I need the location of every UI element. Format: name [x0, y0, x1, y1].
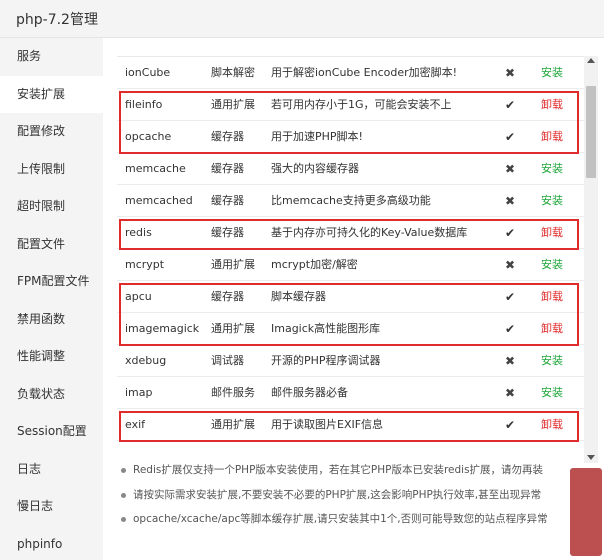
extension-name: imagemagick	[125, 322, 200, 335]
extension-name: memcache	[125, 162, 186, 175]
check-icon: ✔	[504, 226, 516, 240]
extension-name: apcu	[125, 290, 152, 303]
check-icon: ✔	[504, 418, 516, 432]
main-panel: ionCube 脚本解密 用于解密ionCube Encoder加密脚本! ✖ …	[103, 38, 604, 560]
scroll-up-arrow-icon[interactable]	[587, 58, 595, 63]
extension-desc: Imagick高性能图形库	[271, 322, 381, 335]
table-row: fileinfo 通用扩展 若可用内存小于1G，可能会安装不上 ✔ 卸载	[117, 89, 585, 121]
cross-icon: ✖	[504, 258, 516, 272]
extension-type: 邮件服务	[211, 386, 255, 399]
install-link[interactable]: 安装	[541, 249, 563, 281]
table-row: xdebug 调试器 开源的PHP程序调试器 ✖ 安装	[117, 345, 585, 377]
extension-desc: 基于内存亦可持久化的Key-Value数据库	[271, 226, 468, 239]
uninstall-link[interactable]: 卸载	[541, 281, 563, 313]
sidebar-item-config-edit[interactable]: 配置修改	[0, 113, 103, 151]
extension-type: 缓存器	[211, 162, 244, 175]
extension-name: imap	[125, 386, 153, 399]
cross-icon: ✖	[504, 194, 516, 208]
sidebar-item-disabled-functions[interactable]: 禁用函数	[0, 301, 103, 339]
sidebar-item-timeout-limit[interactable]: 超时限制	[0, 188, 103, 226]
uninstall-link[interactable]: 卸载	[541, 89, 563, 121]
uninstall-link[interactable]: 卸载	[541, 313, 563, 345]
extension-type: 缓存器	[211, 194, 244, 207]
install-link[interactable]: 安装	[541, 57, 563, 89]
extension-desc: 用于解密ionCube Encoder加密脚本!	[271, 66, 458, 79]
install-link[interactable]: 安装	[541, 377, 563, 409]
sidebar-item-performance[interactable]: 性能调整	[0, 338, 103, 376]
sidebar-item-install-extensions[interactable]: 安装扩展	[0, 75, 103, 113]
extension-desc: 用于读取图片EXIF信息	[271, 418, 384, 431]
sidebar-item-fpm-config[interactable]: FPM配置文件	[0, 263, 103, 301]
cross-icon: ✖	[504, 354, 516, 368]
extension-desc: 若可用内存小于1G，可能会安装不上	[271, 98, 452, 111]
check-icon: ✔	[504, 290, 516, 304]
extension-type: 调试器	[211, 354, 244, 367]
extension-desc: mcrypt加密/解密	[271, 258, 358, 271]
window-title: php-7.2管理	[16, 12, 98, 28]
table-row: imagemagick 通用扩展 Imagick高性能图形库 ✔ 卸载	[117, 313, 585, 345]
note-item: opcache/xcache/apc等脚本缓存扩展,请只安装其中1个,否则可能导…	[117, 507, 592, 532]
sidebar-item-slow-log[interactable]: 慢日志	[0, 488, 103, 526]
uninstall-link[interactable]: 卸载	[541, 121, 563, 153]
extension-type: 缓存器	[211, 226, 244, 239]
extensions-table: ionCube 脚本解密 用于解密ionCube Encoder加密脚本! ✖ …	[117, 56, 585, 463]
table-row: imap 邮件服务 邮件服务器必备 ✖ 安装	[117, 377, 585, 409]
seal-stamp	[570, 468, 602, 556]
sidebar-item-load-status[interactable]: 负载状态	[0, 376, 103, 414]
table-row: redis 缓存器 基于内存亦可持久化的Key-Value数据库 ✔ 卸载	[117, 217, 585, 249]
extension-name: redis	[125, 226, 152, 239]
extension-type: 缓存器	[211, 130, 244, 143]
extension-name: exif	[125, 418, 146, 431]
extension-type: 通用扩展	[211, 322, 255, 335]
install-link[interactable]: 安装	[541, 153, 563, 185]
install-link[interactable]: 安装	[541, 345, 563, 377]
table-row: ionCube 脚本解密 用于解密ionCube Encoder加密脚本! ✖ …	[117, 57, 585, 89]
uninstall-link[interactable]: 卸载	[541, 217, 563, 249]
check-icon: ✔	[504, 130, 516, 144]
extension-name: opcache	[125, 130, 172, 143]
extension-name: xdebug	[125, 354, 167, 367]
cross-icon: ✖	[504, 66, 516, 80]
install-link[interactable]: 安装	[541, 185, 563, 217]
extension-desc: 脚本缓存器	[271, 290, 326, 303]
note-item: Redis扩展仅支持一个PHP版本安装使用，若在其它PHP版本已安装redis扩…	[117, 458, 592, 483]
extension-desc: 开源的PHP程序调试器	[271, 354, 381, 367]
table-row: apcu 缓存器 脚本缓存器 ✔ 卸载	[117, 281, 585, 313]
extension-desc: 用于加速PHP脚本!	[271, 130, 363, 143]
extension-type: 缓存器	[211, 290, 244, 303]
extension-desc: 邮件服务器必备	[271, 386, 348, 399]
table-row: exif 通用扩展 用于读取图片EXIF信息 ✔ 卸载	[117, 409, 585, 441]
extension-type: 通用扩展	[211, 418, 255, 431]
sidebar-item-upload-limit[interactable]: 上传限制	[0, 151, 103, 189]
extension-name: mcrypt	[125, 258, 165, 271]
sidebar: 服务 安装扩展 配置修改 上传限制 超时限制 配置文件 FPM配置文件 禁用函数…	[0, 38, 103, 560]
extension-name: ionCube	[125, 66, 171, 79]
extension-type: 脚本解密	[211, 66, 255, 79]
table-scrollbar[interactable]	[584, 56, 598, 463]
extension-type: 通用扩展	[211, 258, 255, 271]
note-item: 请按实际需求安装扩展,不要安装不必要的PHP扩展,这会影响PHP执行效率,甚至出…	[117, 483, 592, 508]
check-icon: ✔	[504, 322, 516, 336]
window-title-bar: php-7.2管理	[0, 0, 604, 38]
sidebar-item-session-config[interactable]: Session配置	[0, 413, 103, 451]
extension-name: memcached	[125, 194, 193, 207]
sidebar-item-config-file[interactable]: 配置文件	[0, 226, 103, 264]
sidebar-item-log[interactable]: 日志	[0, 451, 103, 489]
sidebar-item-phpinfo[interactable]: phpinfo	[0, 526, 103, 560]
notes-list: Redis扩展仅支持一个PHP版本安装使用，若在其它PHP版本已安装redis扩…	[117, 458, 592, 532]
table-row: opcache 缓存器 用于加速PHP脚本! ✔ 卸载	[117, 121, 585, 153]
extension-name: fileinfo	[125, 98, 163, 111]
scroll-thumb[interactable]	[586, 86, 596, 178]
cross-icon: ✖	[504, 162, 516, 176]
extension-desc: 比memcache支持更多高级功能	[271, 194, 431, 207]
check-icon: ✔	[504, 98, 516, 112]
cross-icon: ✖	[504, 386, 516, 400]
sidebar-item-service[interactable]: 服务	[0, 38, 103, 76]
table-row: mcrypt 通用扩展 mcrypt加密/解密 ✖ 安装	[117, 249, 585, 281]
extension-type: 通用扩展	[211, 98, 255, 111]
uninstall-link[interactable]: 卸载	[541, 409, 563, 441]
table-row: memcache 缓存器 强大的内容缓存器 ✖ 安装	[117, 153, 585, 185]
extension-desc: 强大的内容缓存器	[271, 162, 359, 175]
table-row: memcached 缓存器 比memcache支持更多高级功能 ✖ 安装	[117, 185, 585, 217]
